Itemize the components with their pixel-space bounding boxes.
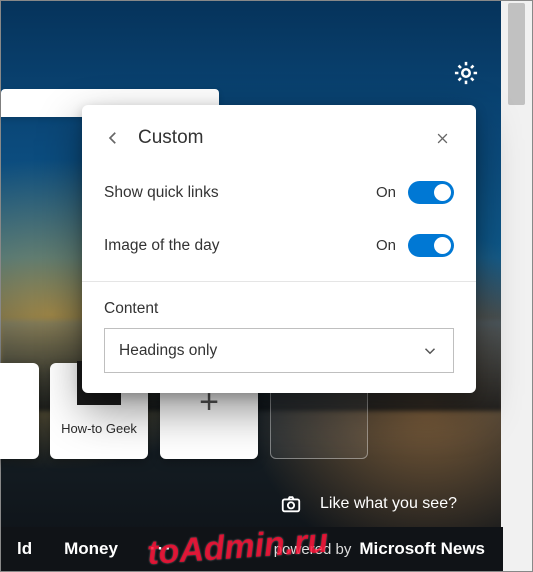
- page-settings-button[interactable]: [452, 59, 480, 87]
- quick-link-tile[interactable]: [0, 363, 39, 459]
- quick-links-toggle[interactable]: [408, 181, 454, 204]
- image-attribution-row: Like what you see?: [1, 493, 503, 515]
- back-button[interactable]: [104, 125, 128, 151]
- image-day-toggle[interactable]: [408, 234, 454, 257]
- toggle-state-text: On: [376, 237, 396, 254]
- toggle-state-text: On: [376, 184, 396, 201]
- footer-item-partial[interactable]: ld: [1, 539, 48, 559]
- dropdown-selected-value: Headings only: [119, 342, 421, 360]
- chevron-left-icon: [104, 129, 122, 147]
- news-footer: ld Money ··· powered by Microsoft News: [1, 527, 503, 571]
- footer-item-money[interactable]: Money: [48, 539, 134, 559]
- content-dropdown[interactable]: Headings only: [104, 328, 454, 373]
- scrollbar-thumb[interactable]: [508, 3, 525, 105]
- option-label: Image of the day: [104, 237, 376, 255]
- tile-label: How-to Geek: [50, 421, 148, 436]
- page-layout-settings-panel: Custom Show quick links On Image of the …: [82, 105, 476, 393]
- content-section-label: Content: [104, 300, 454, 318]
- footer-more-button[interactable]: ···: [134, 539, 189, 559]
- scrollbar-track[interactable]: [501, 1, 532, 571]
- like-prompt-text[interactable]: Like what you see?: [320, 495, 457, 512]
- news-brand: Microsoft News: [359, 539, 485, 559]
- divider: [82, 281, 476, 282]
- option-show-quick-links: Show quick links On: [104, 181, 454, 204]
- gear-icon: [452, 59, 480, 87]
- close-icon: [435, 131, 450, 146]
- option-image-of-the-day: Image of the day On: [104, 234, 454, 257]
- panel-title: Custom: [138, 127, 203, 149]
- camera-icon: [280, 493, 302, 515]
- option-label: Show quick links: [104, 184, 376, 202]
- powered-by-label: powered by: [274, 541, 352, 558]
- chevron-down-icon: [421, 342, 439, 360]
- close-button[interactable]: [431, 127, 454, 150]
